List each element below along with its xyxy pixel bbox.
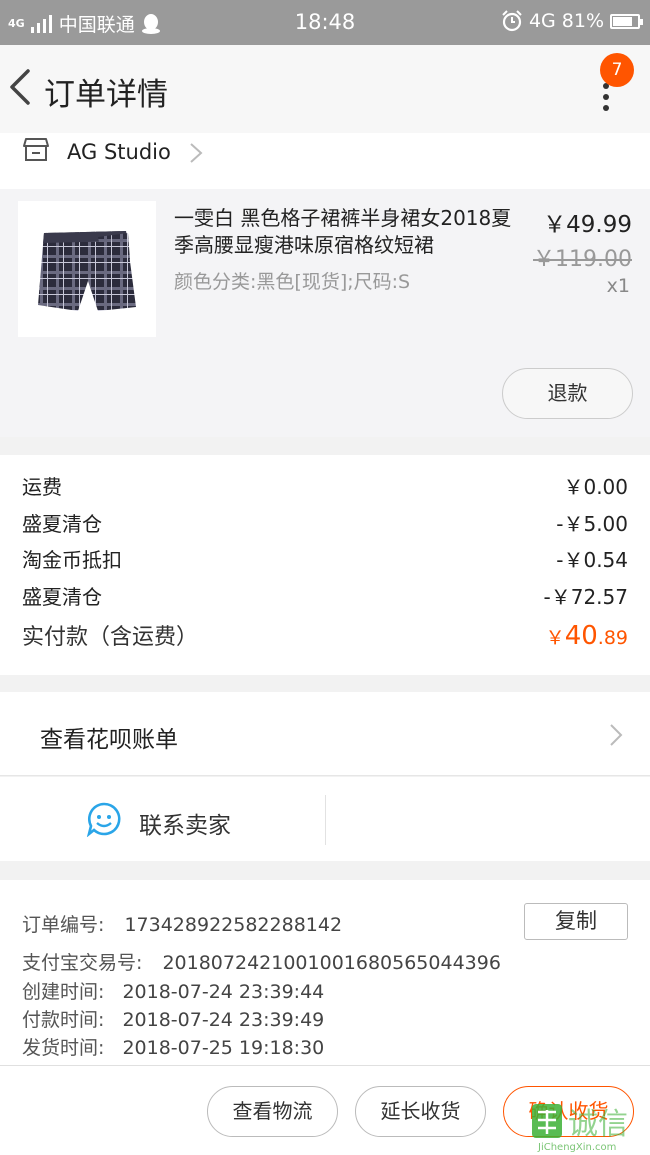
fee-row-discount-2: 盛夏清仓 -￥72.57 bbox=[22, 581, 628, 610]
chevron-right-icon bbox=[610, 724, 623, 746]
total-row: 实付款（含运费） ￥40.89 bbox=[22, 619, 628, 651]
total-decimal: .89 bbox=[597, 627, 628, 649]
contact-row: 联系卖家 bbox=[0, 777, 650, 861]
total-label: 实付款（含运费） bbox=[22, 625, 199, 650]
alipay-line: 支付宝交易号: 2018072421001001680565044396 bbox=[22, 948, 501, 975]
divider bbox=[325, 795, 326, 845]
fee-label: 运费 bbox=[22, 475, 62, 499]
order-number-label: 订单编号: bbox=[22, 914, 105, 936]
total-amount: ￥40.89 bbox=[546, 621, 628, 651]
alipay-label: 支付宝交易号: bbox=[22, 952, 143, 974]
product-price: ￥49.99 bbox=[543, 212, 632, 238]
svg-text:诚信: 诚信 bbox=[568, 1107, 628, 1142]
store-icon bbox=[23, 138, 49, 161]
shipped-label: 发货时间: bbox=[22, 1037, 105, 1059]
total-currency: ￥ bbox=[545, 627, 565, 649]
product-quantity: x1 bbox=[606, 275, 630, 297]
original-price: ￥119.00 bbox=[533, 247, 632, 272]
page-title: 订单详情 bbox=[44, 77, 168, 113]
fee-row-shipping: 运费 ￥0.00 bbox=[22, 471, 628, 500]
fee-label: 盛夏清仓 bbox=[22, 585, 102, 609]
fee-label: 盛夏清仓 bbox=[22, 512, 102, 536]
alarm-icon bbox=[502, 10, 522, 32]
fee-value: ￥0.00 bbox=[563, 475, 628, 499]
product-title[interactable]: 一雯白 黑色格子裙裤半身裙女2018夏季高腰显瘦港味原宿格纹短裙 bbox=[174, 205, 514, 259]
alipay-number: 2018072421001001680565044396 bbox=[162, 952, 501, 974]
order-info: 订单编号: 173428922582288142 复制 支付宝交易号: 2018… bbox=[0, 880, 650, 1065]
created-line: 创建时间: 2018-07-24 23:39:44 bbox=[22, 977, 324, 1004]
notification-badge: 7 bbox=[600, 53, 634, 87]
shipped-time: 2018-07-25 19:18:30 bbox=[122, 1037, 325, 1059]
battery-percent: 81% bbox=[561, 10, 604, 32]
product-spec: 颜色分类:黑色[现货];尺码:S bbox=[174, 271, 411, 293]
battery-level bbox=[613, 16, 632, 26]
watermark-logo: 诚信 JiChengXin.com bbox=[530, 1100, 650, 1155]
order-number-line: 订单编号: 173428922582288142 bbox=[22, 910, 342, 937]
fee-value: -￥0.54 bbox=[556, 548, 628, 572]
chevron-right-icon bbox=[190, 143, 203, 163]
copy-button[interactable]: 复制 bbox=[524, 903, 628, 940]
fee-label: 淘金币抵扣 bbox=[22, 548, 122, 572]
fee-value: -￥72.57 bbox=[543, 585, 628, 609]
product-image[interactable] bbox=[18, 201, 156, 337]
navigation-bar: 订单详情 7 bbox=[0, 45, 650, 133]
view-logistics-button[interactable]: 查看物流 bbox=[207, 1086, 338, 1137]
network-type-right: 4G bbox=[528, 10, 556, 32]
plaid-shorts-image bbox=[38, 231, 136, 311]
created-label: 创建时间: bbox=[22, 981, 105, 1003]
chat-face-icon[interactable] bbox=[86, 801, 122, 837]
total-integer: 40 bbox=[564, 621, 598, 651]
fee-row-coins: 淘金币抵扣 -￥0.54 bbox=[22, 544, 628, 573]
huabei-bill-label: 查看花呗账单 bbox=[40, 727, 178, 753]
fee-summary: 运费 ￥0.00 盛夏清仓 -￥5.00 淘金币抵扣 -￥0.54 盛夏清仓 -… bbox=[0, 455, 650, 675]
created-time: 2018-07-24 23:39:44 bbox=[122, 981, 325, 1003]
status-bar: 4G 中国联通 18:48 4G 81% bbox=[0, 0, 650, 45]
shop-name: AG Studio bbox=[67, 140, 171, 164]
watermark-icon: 诚信 bbox=[532, 1104, 628, 1142]
paid-time: 2018-07-24 23:39:49 bbox=[122, 1009, 325, 1031]
extend-receipt-button[interactable]: 延长收货 bbox=[355, 1086, 486, 1137]
paid-label: 付款时间: bbox=[22, 1009, 105, 1031]
shipped-line: 发货时间: 2018-07-25 19:18:30 bbox=[22, 1033, 324, 1060]
status-right: 4G 81% bbox=[501, 10, 643, 32]
order-number: 173428922582288142 bbox=[124, 914, 343, 936]
product-item[interactable]: 一雯白 黑色格子裙裤半身裙女2018夏季高腰显瘦港味原宿格纹短裙 颜色分类:黑色… bbox=[0, 189, 650, 437]
battery-icon bbox=[610, 13, 643, 29]
fee-value: -￥5.00 bbox=[556, 512, 628, 536]
huabei-bill-row[interactable]: 查看花呗账单 bbox=[0, 692, 650, 776]
fee-row-discount: 盛夏清仓 -￥5.00 bbox=[22, 508, 628, 537]
watermark-subtext: JiChengXin.com bbox=[538, 1142, 617, 1153]
refund-button[interactable]: 退款 bbox=[502, 368, 633, 419]
shop-row[interactable]: AG Studio bbox=[0, 133, 650, 189]
contact-seller-button[interactable]: 联系卖家 bbox=[139, 806, 231, 840]
paid-line: 付款时间: 2018-07-24 23:39:49 bbox=[22, 1005, 324, 1032]
back-arrow-icon[interactable] bbox=[6, 67, 34, 107]
